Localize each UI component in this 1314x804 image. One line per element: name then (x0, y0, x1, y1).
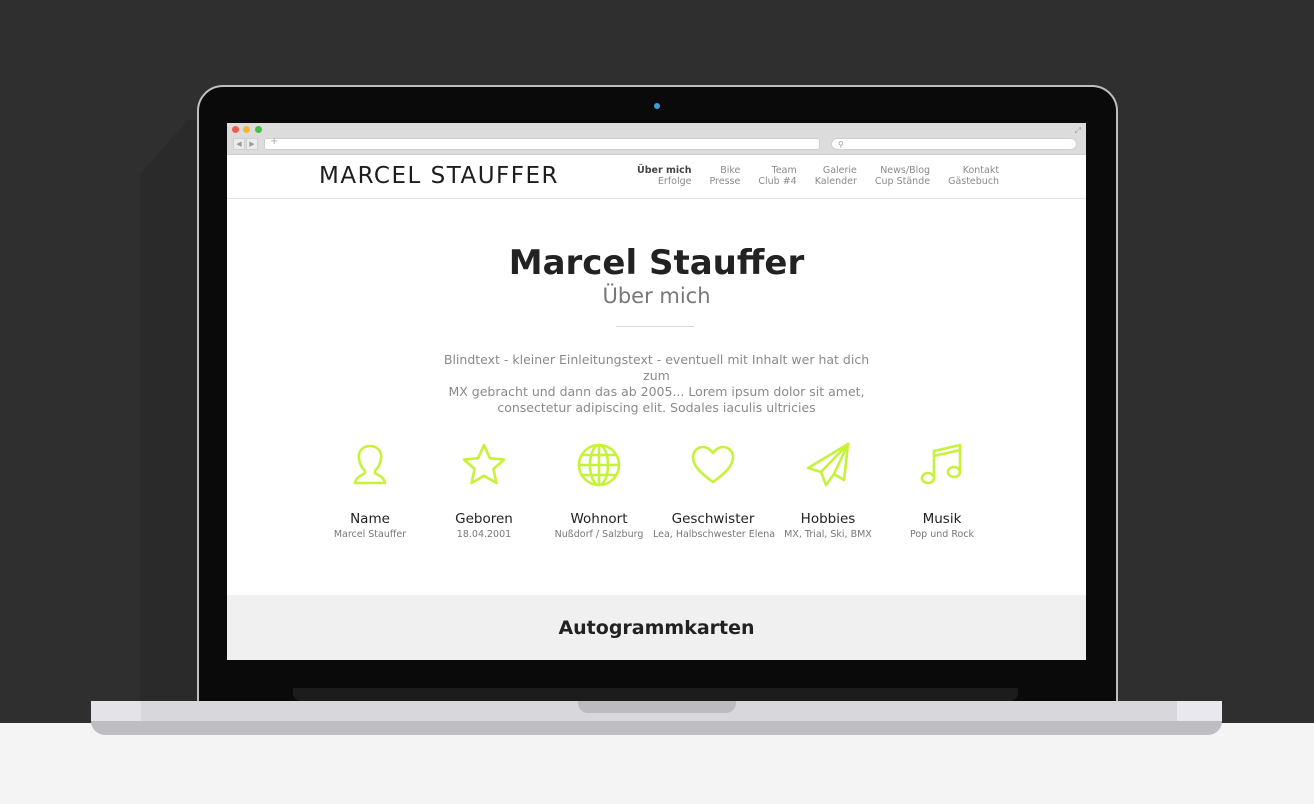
fact-geschwister: Geschwister Lea, Halbschwester Elena (653, 440, 776, 540)
site-logo[interactable]: MARCEL STAUFFER (319, 163, 559, 189)
browser-search-input[interactable]: ⚲ (831, 138, 1077, 150)
nav-item-label[interactable]: Bike (720, 165, 740, 176)
nav-item-team[interactable]: Team Club #4 (758, 165, 796, 187)
page-title: Marcel Stauffer (508, 243, 805, 283)
fact-value: MX, Trial, Ski, BMX (784, 529, 872, 540)
webcam-icon (654, 103, 660, 109)
floor-surface (0, 723, 1314, 804)
fact-value: Nußdorf / Salzburg (554, 529, 644, 540)
nav-item-sublabel[interactable]: Club #4 (758, 176, 796, 187)
address-bar[interactable] (264, 138, 820, 150)
fact-geboren: Geboren 18.04.2001 (424, 440, 544, 540)
fact-label: Musik (922, 511, 962, 527)
nav-item-ueber-mich[interactable]: Über mich Erfolge (637, 165, 692, 187)
fact-musik: Musik Pop und Rock (882, 440, 1002, 540)
close-window-icon[interactable] (232, 126, 239, 133)
page-subtitle: Über mich (602, 284, 711, 308)
laptop-base-left-highlight (91, 701, 141, 721)
nav-item-sublabel[interactable]: Kalender (815, 176, 857, 187)
search-icon: ⚲ (838, 140, 844, 149)
paper-plane-icon (803, 440, 853, 490)
fact-name: Name Marcel Stauffer (310, 440, 430, 540)
laptop-screen: ◀ ▶ + ⚲ ⤢ MARCEL STAUFFER Über mich Erfo… (227, 123, 1086, 660)
heart-icon (688, 440, 738, 490)
nav-item-sublabel[interactable]: Cup Stände (875, 176, 930, 187)
fact-label: Geschwister (671, 511, 755, 527)
fact-value: Lea, Halbschwester Elena (653, 529, 776, 540)
section-title: Autogrammkarten (558, 617, 755, 639)
laptop-notch (578, 701, 736, 713)
new-tab-plus-icon[interactable]: + (270, 136, 278, 147)
nav-item-galerie[interactable]: Galerie Kalender (815, 165, 857, 187)
nav-item-kontakt[interactable]: Kontakt Gästebuch (948, 165, 999, 187)
autogrammkarten-section: Autogrammkarten (227, 595, 1086, 660)
fact-value: 18.04.2001 (456, 529, 512, 540)
nav-item-sublabel[interactable]: Gästebuch (948, 176, 999, 187)
intro-line: Blindtext - kleiner Einleitungstext - ev… (443, 352, 870, 383)
fact-label: Hobbies (800, 511, 856, 527)
nav-item-sublabel[interactable]: Erfolge (658, 176, 692, 187)
maximize-window-icon[interactable] (255, 126, 262, 133)
nav-item-news-blog[interactable]: News/Blog Cup Stände (875, 165, 930, 187)
music-note-icon (917, 440, 967, 490)
nav-item-label[interactable]: News/Blog (880, 165, 930, 176)
laptop-base-right-highlight (1177, 701, 1222, 721)
star-icon (459, 440, 509, 490)
fact-label: Name (350, 511, 390, 527)
person-icon (345, 440, 395, 490)
fact-hobbies: Hobbies MX, Trial, Ski, BMX (768, 440, 888, 540)
nav-item-label[interactable]: Über mich (637, 165, 692, 176)
forward-arrow-icon[interactable]: ▶ (246, 138, 258, 150)
fact-wohnort: Wohnort Nußdorf / Salzburg (539, 440, 659, 540)
nav-item-label[interactable]: Team (772, 165, 797, 176)
fact-value: Pop und Rock (909, 529, 975, 540)
fact-value: Marcel Stauffer (333, 529, 407, 540)
nav-item-sublabel[interactable]: Presse (710, 176, 741, 187)
facts-row: Name Marcel Stauffer Geboren 18.04.2001 … (310, 440, 1030, 550)
main-navigation: Über mich Erfolge Bike Presse Team Club … (637, 165, 1017, 187)
nav-item-bike[interactable]: Bike Presse (710, 165, 741, 187)
laptop-mockup-stage: ◀ ▶ + ⚲ ⤢ MARCEL STAUFFER Über mich Erfo… (0, 0, 1314, 804)
fact-label: Geboren (455, 511, 513, 527)
nav-item-label[interactable]: Kontakt (963, 165, 999, 176)
fact-label: Wohnort (570, 511, 628, 527)
laptop-base-bottom (91, 721, 1222, 735)
site-header: MARCEL STAUFFER Über mich Erfolge Bike P… (227, 155, 1086, 199)
intro-text: Blindtext - kleiner Einleitungstext - ev… (437, 352, 876, 416)
intro-line: consectetur adipiscing elit. Sodales iac… (497, 400, 816, 415)
fullscreen-icon[interactable]: ⤢ (1075, 126, 1081, 136)
globe-icon (574, 440, 624, 490)
back-arrow-icon[interactable]: ◀ (233, 138, 245, 150)
title-divider (616, 326, 694, 327)
browser-chrome: ◀ ▶ + ⚲ ⤢ (227, 123, 1086, 155)
nav-item-label[interactable]: Galerie (823, 165, 857, 176)
laptop-hinge (293, 688, 1018, 701)
minimize-window-icon[interactable] (243, 126, 250, 133)
intro-line: MX gebracht und dann das ab 2005... Lore… (448, 384, 865, 399)
